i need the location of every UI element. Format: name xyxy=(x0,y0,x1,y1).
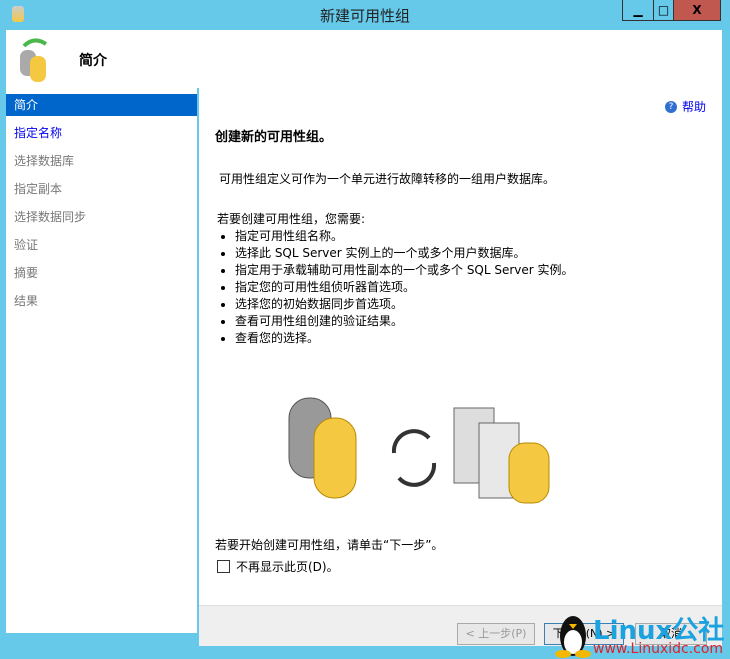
requirements: 若要创建可用性组，您需要: 指定可用性组名称。 选择此 SQL Server 实… xyxy=(217,211,574,347)
checkbox-label: 不再显示此页(D)。 xyxy=(236,560,339,574)
requirement-item: 选择此 SQL Server 实例上的一个或多个用户数据库。 xyxy=(235,245,574,262)
page-title: 简介 xyxy=(79,53,107,69)
watermark: Linux公社 www.Linuxidc.com xyxy=(555,610,730,659)
database-sync-icon xyxy=(20,38,48,82)
nav-item-name[interactable]: 指定名称 xyxy=(6,122,197,144)
requirement-item: 指定可用性组名称。 xyxy=(235,228,574,245)
main-heading: 创建新的可用性组。 xyxy=(215,130,333,145)
nav-item-validation: 验证 xyxy=(14,238,39,252)
requirement-item: 查看可用性组创建的验证结果。 xyxy=(235,313,574,330)
nav-item-results: 结果 xyxy=(14,294,39,308)
checkbox-box[interactable] xyxy=(217,560,230,573)
nav-item-intro[interactable]: 简介 xyxy=(6,94,197,116)
requirement-item: 选择您的初始数据同步首选项。 xyxy=(235,296,574,313)
wizard-header: 简介 xyxy=(6,30,722,88)
requirements-title: 若要创建可用性组，您需要: xyxy=(217,212,366,226)
wizard-nav: 简介 指定名称 选择数据库 指定副本 选择数据同步 验证 摘要 结果 xyxy=(6,88,197,633)
penguin-logo xyxy=(555,616,591,658)
help-label: 帮助 xyxy=(682,100,707,114)
window-title: 新建可用性组 xyxy=(319,7,410,25)
close-button[interactable]: X xyxy=(673,0,721,21)
title-bar: 新建可用性组 ▁ □ X xyxy=(0,0,730,30)
nav-item-summary: 摘要 xyxy=(14,266,39,280)
help-icon: ? xyxy=(665,100,677,113)
maximize-button[interactable]: □ xyxy=(653,0,674,21)
nav-item-replicas: 指定副本 xyxy=(14,182,63,196)
requirement-item: 指定用于承载辅助可用性副本的一个或多个 SQL Server 实例。 xyxy=(235,262,574,279)
requirement-item: 查看您的选择。 xyxy=(235,330,574,347)
dont-show-checkbox[interactable]: 不再显示此页(D)。 xyxy=(217,558,339,575)
intro-text: 可用性组定义可作为一个单元进行故障转移的一组用户数据库。 xyxy=(219,172,556,186)
content-panel: ? 帮助 创建新的可用性组。 可用性组定义可作为一个单元进行故障转移的一组用户数… xyxy=(199,88,722,605)
nav-item-databases: 选择数据库 xyxy=(14,154,75,168)
requirement-item: 指定您的可用性组侦听器首选项。 xyxy=(235,279,574,296)
start-text: 若要开始创建可用性组，请单击“下一步”。 xyxy=(215,538,444,552)
minimize-button[interactable]: ▁ xyxy=(622,0,654,21)
help-link[interactable]: ? 帮助 xyxy=(665,98,706,115)
availability-group-illustration xyxy=(288,397,550,504)
nav-item-sync: 选择数据同步 xyxy=(14,210,87,224)
prev-button[interactable]: < 上一步(P) xyxy=(457,623,535,645)
watermark-url: www.Linuxidc.com xyxy=(593,641,724,657)
